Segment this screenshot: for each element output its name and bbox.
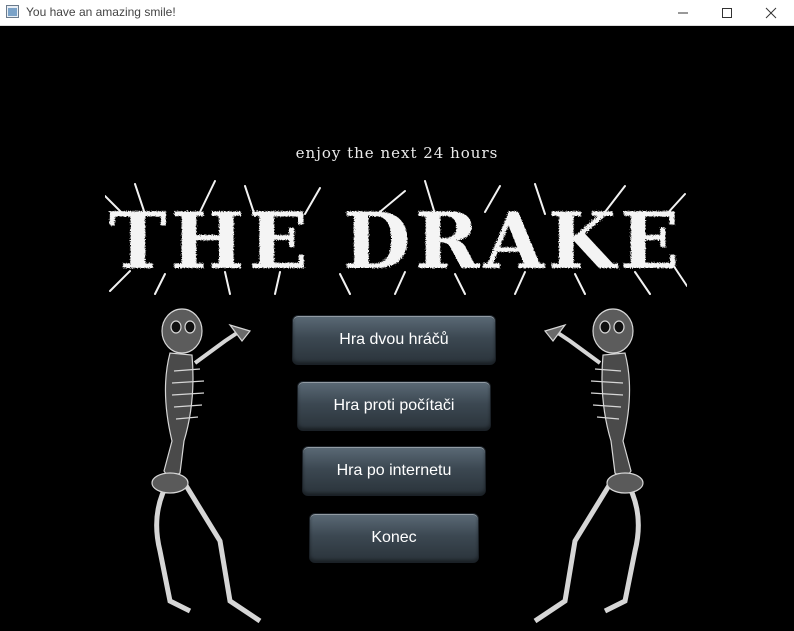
- window-title: You have an amazing smile!: [26, 5, 176, 19]
- praying-skeleton-left-icon: [151, 308, 262, 624]
- app-icon: [6, 5, 19, 18]
- two-player-button[interactable]: Hra dvou hráčů: [292, 315, 496, 365]
- maximize-icon: [722, 7, 732, 18]
- tagline: enjoy the next 24 hours: [295, 144, 499, 162]
- vs-computer-button[interactable]: Hra proti počítači: [297, 381, 491, 431]
- online-game-button[interactable]: Hra po internetu: [302, 446, 486, 496]
- game-menu: enjoy the next 24 hours THE DRAKE Hra dv…: [0, 26, 794, 624]
- window-titlebar: You have an amazing smile!: [0, 0, 794, 26]
- minimize-icon: [678, 12, 688, 13]
- minimize-button[interactable]: [660, 0, 706, 25]
- maximize-button[interactable]: [704, 0, 750, 25]
- quit-button[interactable]: Konec: [309, 513, 479, 563]
- praying-skeleton-right-icon: [533, 308, 644, 624]
- game-title-text: THE DRAKE: [109, 196, 684, 287]
- close-icon: [765, 7, 777, 18]
- game-title-logo: THE DRAKE: [105, 180, 687, 295]
- close-button[interactable]: [748, 0, 794, 25]
